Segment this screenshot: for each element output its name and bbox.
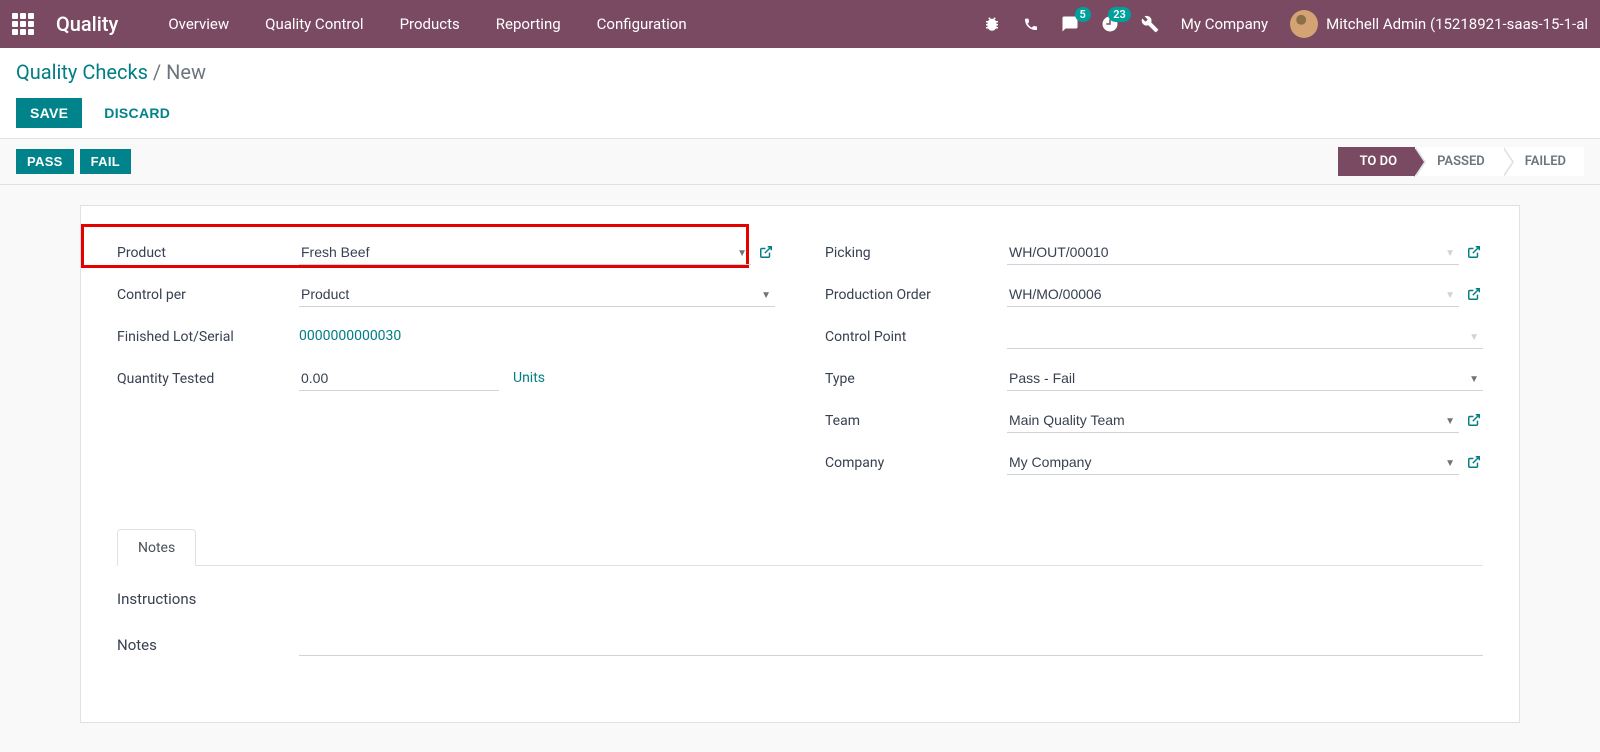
fail-button[interactable]: FAIL: [80, 149, 131, 174]
breadcrumb-current: New: [166, 60, 206, 84]
label-control-point: Control Point: [825, 327, 1007, 345]
label-control-per: Control per: [117, 285, 299, 303]
control-point-field[interactable]: [1007, 324, 1483, 349]
external-link-icon[interactable]: [759, 245, 775, 259]
activities-icon[interactable]: 23: [1101, 15, 1119, 33]
instructions-label: Instructions: [117, 590, 1483, 608]
nav-overview[interactable]: Overview: [150, 1, 247, 47]
apps-icon[interactable]: [12, 13, 34, 35]
nav-configuration[interactable]: Configuration: [579, 1, 705, 47]
breadcrumb: Quality Checks / New: [16, 60, 1584, 84]
status-todo[interactable]: TO DO: [1338, 147, 1415, 176]
status-chips: TO DO PASSED FAILED: [1338, 147, 1584, 176]
qty-field[interactable]: [299, 366, 499, 391]
tab-notes[interactable]: Notes: [117, 529, 196, 566]
form-sheet: Product ▼ Control per: [80, 205, 1520, 723]
type-field[interactable]: [1007, 366, 1483, 391]
discard-button[interactable]: DISCARD: [100, 98, 174, 128]
status-failed[interactable]: FAILED: [1503, 147, 1584, 176]
app-brand[interactable]: Quality: [56, 12, 118, 36]
nav-reporting[interactable]: Reporting: [478, 1, 579, 47]
label-picking: Picking: [825, 243, 1007, 261]
team-field[interactable]: [1007, 408, 1459, 433]
nav-products[interactable]: Products: [382, 1, 478, 47]
label-type: Type: [825, 369, 1007, 387]
user-menu[interactable]: Mitchell Admin (15218921-saas-15-1-al: [1290, 10, 1588, 38]
bug-icon[interactable]: [983, 15, 1001, 33]
status-passed[interactable]: PASSED: [1415, 147, 1503, 176]
label-company: Company: [825, 453, 1007, 471]
label-qty: Quantity Tested: [117, 369, 299, 387]
company-field[interactable]: [1007, 450, 1459, 475]
label-product: Product: [117, 243, 299, 261]
user-name: Mitchell Admin (15218921-saas-15-1-al: [1326, 15, 1588, 33]
save-button[interactable]: SAVE: [16, 98, 82, 128]
messages-icon[interactable]: 5: [1061, 15, 1079, 33]
label-team: Team: [825, 411, 1007, 429]
control-per-field[interactable]: [299, 282, 775, 307]
pass-button[interactable]: PASS: [16, 149, 74, 174]
external-link-icon[interactable]: [1467, 245, 1483, 259]
lot-value[interactable]: 0000000000030: [299, 328, 401, 344]
phone-icon[interactable]: [1023, 16, 1039, 32]
label-lot: Finished Lot/Serial: [117, 327, 299, 345]
picking-field[interactable]: [1007, 240, 1459, 265]
breadcrumb-root[interactable]: Quality Checks: [16, 60, 148, 84]
main-navbar: Quality Overview Quality Control Product…: [0, 0, 1600, 48]
external-link-icon[interactable]: [1467, 413, 1483, 427]
label-production: Production Order: [825, 285, 1007, 303]
avatar-icon: [1290, 10, 1318, 38]
activities-badge: 23: [1108, 7, 1131, 22]
messages-badge: 5: [1075, 7, 1091, 22]
company-switcher[interactable]: My Company: [1181, 15, 1268, 33]
statusbar: PASS FAIL TO DO PASSED FAILED: [0, 139, 1600, 185]
control-panel: Quality Checks / New SAVE DISCARD: [0, 48, 1600, 139]
product-field[interactable]: [299, 240, 751, 265]
production-field[interactable]: [1007, 282, 1459, 307]
external-link-icon[interactable]: [1467, 455, 1483, 469]
tools-icon[interactable]: [1141, 15, 1159, 33]
notes-editor[interactable]: [299, 636, 1483, 656]
nav-quality-control[interactable]: Quality Control: [247, 1, 381, 47]
external-link-icon[interactable]: [1467, 287, 1483, 301]
qty-unit: Units: [513, 370, 545, 386]
